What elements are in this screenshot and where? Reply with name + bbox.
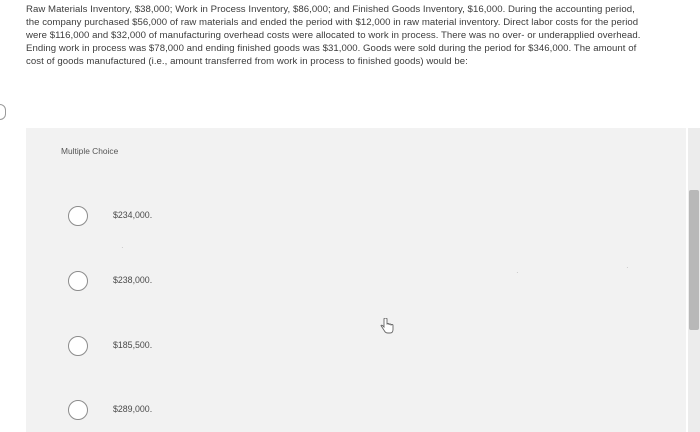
answer-option-label: $238,000.	[113, 275, 153, 285]
multiple-choice-panel: Multiple Choice $234,000. $238,000. $185…	[26, 128, 686, 432]
multiple-choice-label: Multiple Choice	[61, 146, 119, 156]
decorative-speck: ·	[121, 243, 124, 252]
answer-option-label: $185,500.	[113, 340, 153, 350]
answer-option-label: $289,000.	[113, 404, 153, 414]
decorative-speck: ·	[516, 268, 519, 277]
scrollbar-thumb[interactable]	[689, 190, 699, 330]
hand-pointer-icon	[380, 318, 394, 334]
decorative-speck: ·	[626, 263, 629, 272]
answer-option-2[interactable]: $238,000.	[68, 271, 368, 293]
radio-button-icon[interactable]	[68, 271, 88, 291]
question-text: Raw Materials Inventory, $38,000; Work i…	[26, 4, 641, 68]
question-page: Raw Materials Inventory, $38,000; Work i…	[0, 0, 700, 432]
radio-button-icon[interactable]	[68, 206, 88, 226]
radio-button-icon[interactable]	[68, 400, 88, 420]
answer-option-3[interactable]: $185,500.	[68, 336, 368, 358]
answer-option-1[interactable]: $234,000.	[68, 206, 368, 228]
answer-option-4[interactable]: $289,000.	[68, 400, 368, 422]
answer-option-label: $234,000.	[113, 210, 153, 220]
scrollbar-track[interactable]	[688, 128, 700, 432]
side-tab-handle[interactable]	[0, 104, 6, 120]
radio-button-icon[interactable]	[68, 336, 88, 356]
